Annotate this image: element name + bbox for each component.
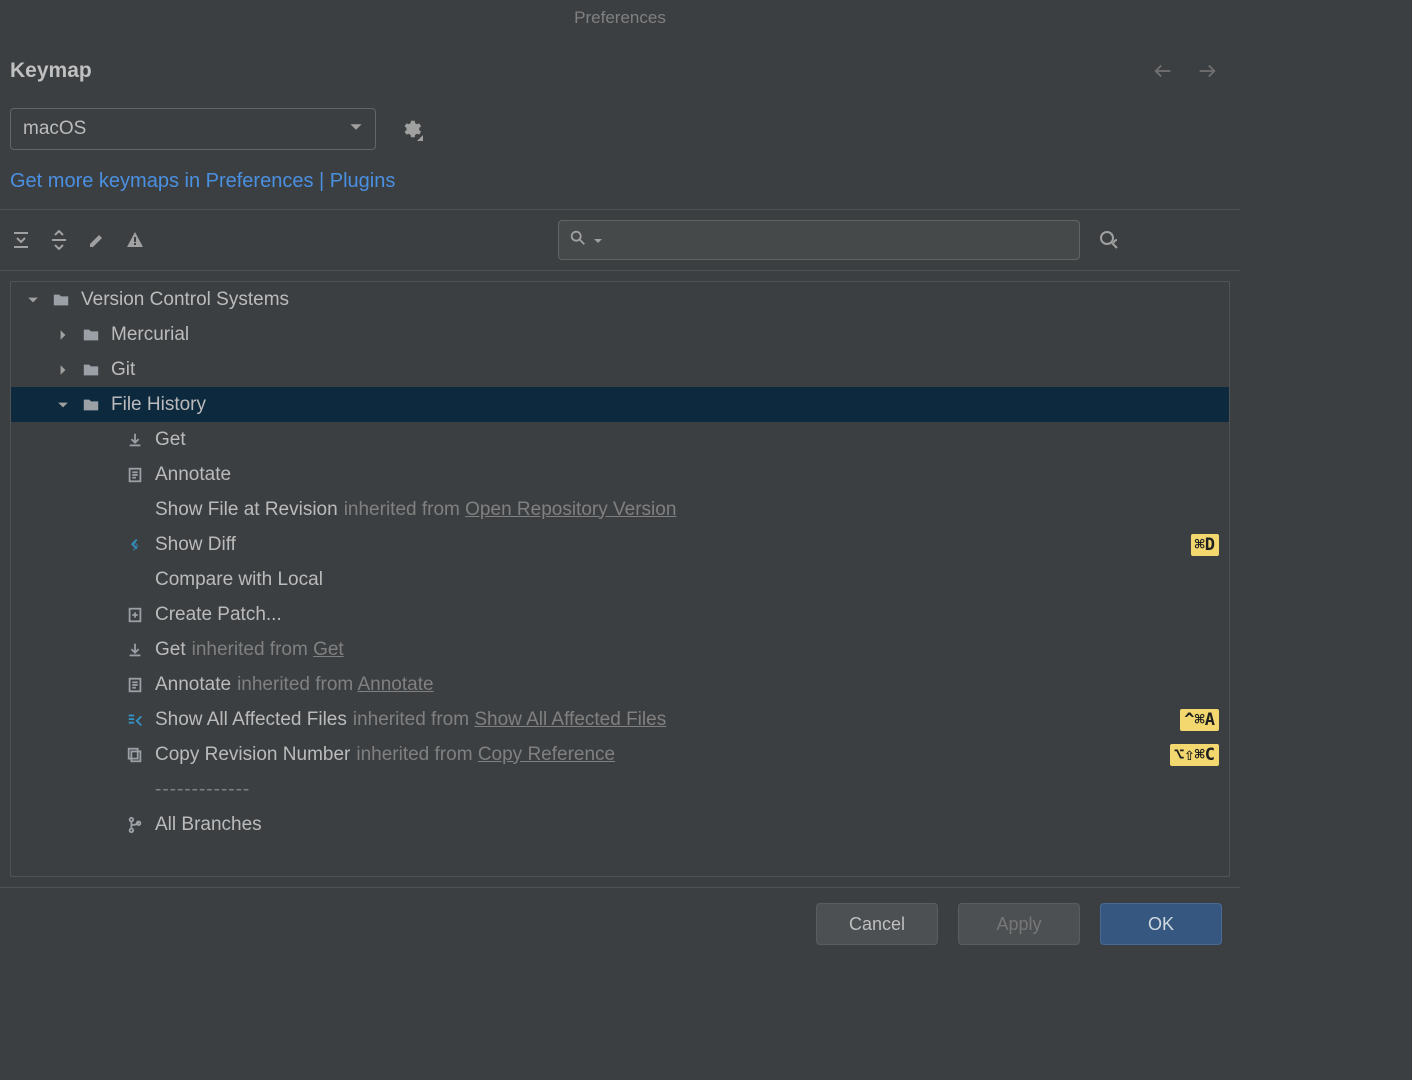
keymap-tree[interactable]: Version Control Systems Mercurial Git Fi…: [10, 281, 1230, 877]
diff-icon: [125, 535, 145, 555]
download-icon: [125, 430, 145, 450]
tree-label: File History: [111, 394, 206, 416]
ok-button[interactable]: OK: [1100, 903, 1222, 945]
separator-text: -------------: [155, 779, 250, 801]
inherited-link[interactable]: Show All Affected Files: [474, 709, 666, 730]
inherited-label: inherited from Get: [192, 639, 344, 661]
blank-icon: [125, 500, 145, 520]
warning-icon[interactable]: [124, 229, 146, 251]
blank-icon: [125, 780, 145, 800]
annotate-icon: [125, 675, 145, 695]
tree-node-git[interactable]: Git: [11, 352, 1229, 387]
apply-button[interactable]: Apply: [958, 903, 1080, 945]
expand-all-icon[interactable]: [10, 229, 32, 251]
folder-icon: [81, 325, 101, 345]
inherited-link[interactable]: Get: [313, 639, 344, 660]
inherited-label: inherited from Open Repository Version: [344, 499, 677, 521]
tree-action-get-inherited[interactable]: Get inherited from Get: [11, 632, 1229, 667]
branch-icon: [125, 815, 145, 835]
tree-node-vcs[interactable]: Version Control Systems: [11, 282, 1229, 317]
tree-label: Get: [155, 429, 186, 451]
chevron-down-icon: [349, 118, 363, 140]
preferences-dialog: Preferences Keymap macOS Get more keymap…: [0, 0, 1240, 960]
chevron-right-icon[interactable]: [55, 362, 71, 378]
inherited-label: inherited from Show All Affected Files: [353, 709, 666, 731]
tree-label: All Branches: [155, 814, 262, 836]
copy-icon: [125, 745, 145, 765]
shortcut-badge: ^⌘A: [1180, 709, 1219, 731]
edit-icon[interactable]: [86, 229, 108, 251]
tree-action-compare-with-local[interactable]: Compare with Local: [11, 562, 1229, 597]
shortcut-badge: ⌘D: [1191, 534, 1219, 556]
tree-action-show-all-affected-files[interactable]: Show All Affected Files inherited from S…: [11, 702, 1229, 737]
dialog-footer: Cancel Apply OK: [0, 887, 1240, 960]
tree-action-annotate-inherited[interactable]: Annotate inherited from Annotate: [11, 667, 1229, 702]
tree-action-copy-revision-number[interactable]: Copy Revision Number inherited from Copy…: [11, 737, 1229, 772]
section-header: Keymap: [0, 36, 1240, 96]
search-input[interactable]: [609, 229, 1069, 251]
inherited-link[interactable]: Annotate: [357, 674, 433, 695]
inherited-link[interactable]: Copy Reference: [478, 744, 615, 765]
download-icon: [125, 640, 145, 660]
titlebar: Preferences: [0, 0, 1240, 36]
tree-action-show-file-at-revision[interactable]: Show File at Revision inherited from Ope…: [11, 492, 1229, 527]
cancel-button[interactable]: Cancel: [816, 903, 938, 945]
keymap-dropdown-value: macOS: [23, 118, 86, 140]
tree-label: Show File at Revision: [155, 499, 338, 521]
tree-label: Annotate: [155, 464, 231, 486]
keymap-dropdown[interactable]: macOS: [10, 108, 376, 150]
plugins-link-row: Get more keymaps in Preferences | Plugin…: [0, 162, 1240, 210]
chevron-down-icon[interactable]: [55, 397, 71, 413]
inherited-link[interactable]: Open Repository Version: [465, 499, 676, 520]
tree-toolbar: [0, 210, 1240, 271]
tree-label: Create Patch...: [155, 604, 282, 626]
collapse-all-icon[interactable]: [48, 229, 70, 251]
search-field[interactable]: [558, 220, 1080, 260]
gear-icon[interactable]: [398, 116, 424, 142]
chevron-down-icon[interactable]: [593, 230, 603, 251]
affected-files-icon: [125, 710, 145, 730]
back-arrow-icon[interactable]: [1150, 58, 1176, 84]
tree-label: Show All Affected Files: [155, 709, 347, 731]
plugins-link[interactable]: Get more keymaps in Preferences | Plugin…: [10, 170, 395, 192]
tree-action-get[interactable]: Get: [11, 422, 1229, 457]
tree-label: Annotate: [155, 674, 231, 696]
section-title: Keymap: [10, 59, 92, 83]
tree-action-show-diff[interactable]: Show Diff ⌘D: [11, 527, 1229, 562]
folder-icon: [81, 395, 101, 415]
tree-action-annotate[interactable]: Annotate: [11, 457, 1229, 492]
tree-label: Show Diff: [155, 534, 236, 556]
tree-label: Mercurial: [111, 324, 189, 346]
tree-node-file-history[interactable]: File History: [11, 387, 1229, 422]
tree-action-create-patch[interactable]: Create Patch...: [11, 597, 1229, 632]
chevron-right-icon[interactable]: [55, 327, 71, 343]
forward-arrow-icon[interactable]: [1194, 58, 1220, 84]
tree-label: Version Control Systems: [81, 289, 289, 311]
tree-label: Git: [111, 359, 135, 381]
tree-action-all-branches[interactable]: All Branches: [11, 807, 1229, 842]
tree-label: Copy Revision Number: [155, 744, 350, 766]
tree-node-mercurial[interactable]: Mercurial: [11, 317, 1229, 352]
annotate-icon: [125, 465, 145, 485]
shortcut-badge: ⌥⇧⌘C: [1170, 744, 1219, 766]
blank-icon: [125, 570, 145, 590]
folder-icon: [51, 290, 71, 310]
find-by-shortcut-icon[interactable]: [1096, 227, 1122, 253]
dialog-title: Preferences: [574, 8, 666, 28]
search-icon: [569, 229, 587, 252]
tree-label: Compare with Local: [155, 569, 323, 591]
folder-icon: [81, 360, 101, 380]
inherited-label: inherited from Copy Reference: [356, 744, 615, 766]
chevron-down-icon[interactable]: [25, 292, 41, 308]
inherited-label: inherited from Annotate: [237, 674, 433, 696]
nav-arrows: [1150, 58, 1230, 84]
keymap-selector-row: macOS: [0, 96, 1240, 162]
patch-icon: [125, 605, 145, 625]
tree-label: Get: [155, 639, 186, 661]
tree-separator: -------------: [11, 772, 1229, 807]
